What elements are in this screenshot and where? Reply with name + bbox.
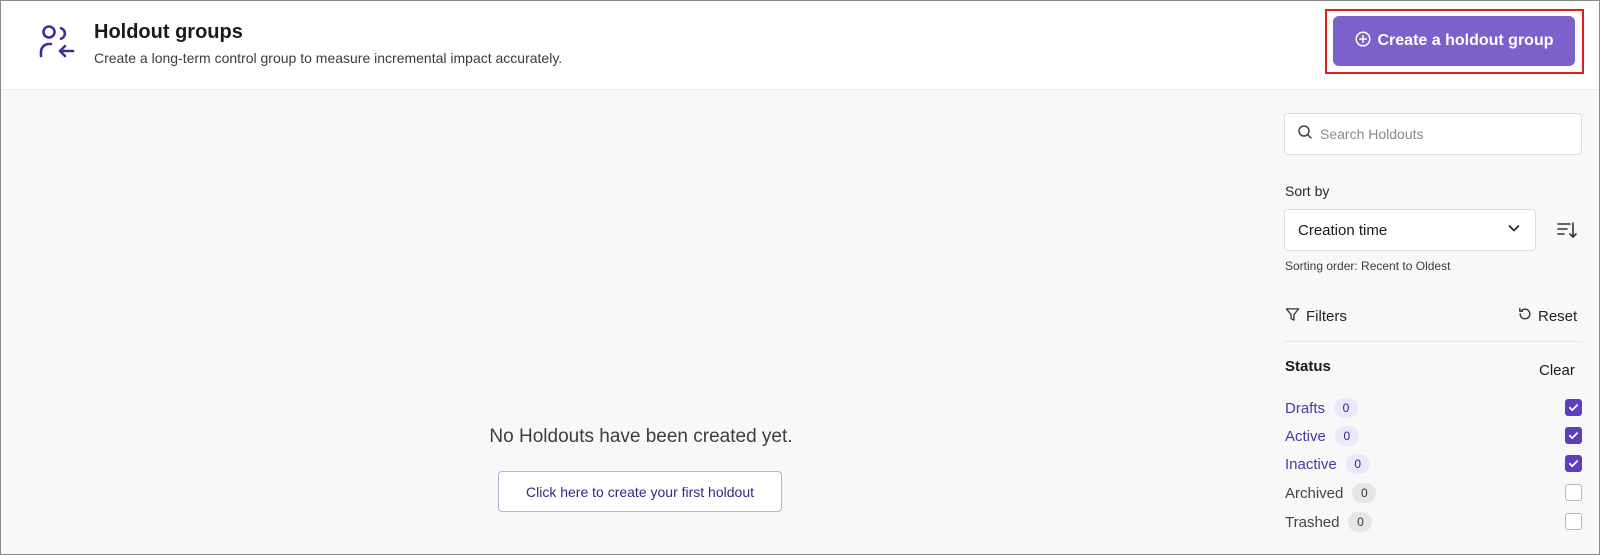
search-box [1284, 113, 1582, 155]
search-icon [1297, 124, 1320, 145]
status-count-badge: 0 [1352, 483, 1377, 503]
sort-order-icon[interactable] [1556, 219, 1578, 241]
status-name[interactable]: Drafts [1285, 400, 1325, 417]
sort-by-value: Creation time [1298, 221, 1388, 239]
status-filter-drafts: Drafts 0 [1285, 397, 1582, 419]
clear-button[interactable]: Clear [1539, 362, 1575, 379]
status-name[interactable]: Archived [1285, 485, 1343, 502]
reset-button[interactable]: Reset [1518, 307, 1577, 325]
create-holdout-group-label: Create a holdout group [1377, 32, 1554, 49]
sort-by-label: Sort by [1285, 183, 1330, 199]
holdouts-page: Holdout groups Create a long-term contro… [0, 0, 1600, 555]
checkbox-drafts[interactable] [1565, 399, 1582, 416]
sort-order-text: Sorting order: Recent to Oldest [1285, 259, 1451, 273]
chevron-down-icon [1507, 221, 1521, 239]
create-holdout-group-button[interactable]: Create a holdout group [1333, 16, 1575, 66]
sort-by-select[interactable]: Creation time [1284, 209, 1536, 251]
status-count-badge: 0 [1348, 512, 1373, 532]
checkbox-inactive[interactable] [1565, 455, 1582, 472]
status-filter-trashed: Trashed 0 [1285, 511, 1582, 533]
status-count-badge: 0 [1334, 426, 1359, 446]
status-name[interactable]: Trashed [1285, 514, 1339, 531]
search-input[interactable] [1320, 126, 1570, 142]
reset-label: Reset [1538, 307, 1578, 325]
checkbox-archived[interactable] [1565, 484, 1582, 501]
checkbox-trashed[interactable] [1565, 513, 1582, 530]
status-filter-active: Active 0 [1285, 425, 1582, 447]
status-name[interactable]: Active [1285, 428, 1326, 445]
status-name[interactable]: Inactive [1285, 456, 1337, 473]
filters-label: Filters [1306, 308, 1347, 325]
reset-icon [1518, 307, 1532, 325]
status-count-badge: 0 [1345, 454, 1370, 474]
create-first-holdout-button[interactable]: Click here to create your first holdout [498, 471, 782, 512]
page-header: Holdout groups Create a long-term contro… [1, 1, 1599, 90]
checkbox-active[interactable] [1565, 427, 1582, 444]
page-title: Holdout groups [94, 21, 243, 43]
empty-state-message: No Holdouts have been created yet. [489, 426, 793, 447]
users-arrow-icon [37, 23, 77, 63]
filter-icon [1285, 307, 1300, 326]
status-count-badge: 0 [1334, 398, 1359, 418]
divider [1284, 341, 1582, 342]
status-filter-archived: Archived 0 [1285, 482, 1582, 504]
status-heading: Status [1285, 358, 1331, 375]
filters-heading: Filters [1285, 307, 1347, 326]
plus-circle-icon [1354, 30, 1371, 52]
page-subtitle: Create a long-term control group to meas… [94, 50, 563, 66]
status-filter-inactive: Inactive 0 [1285, 453, 1582, 475]
